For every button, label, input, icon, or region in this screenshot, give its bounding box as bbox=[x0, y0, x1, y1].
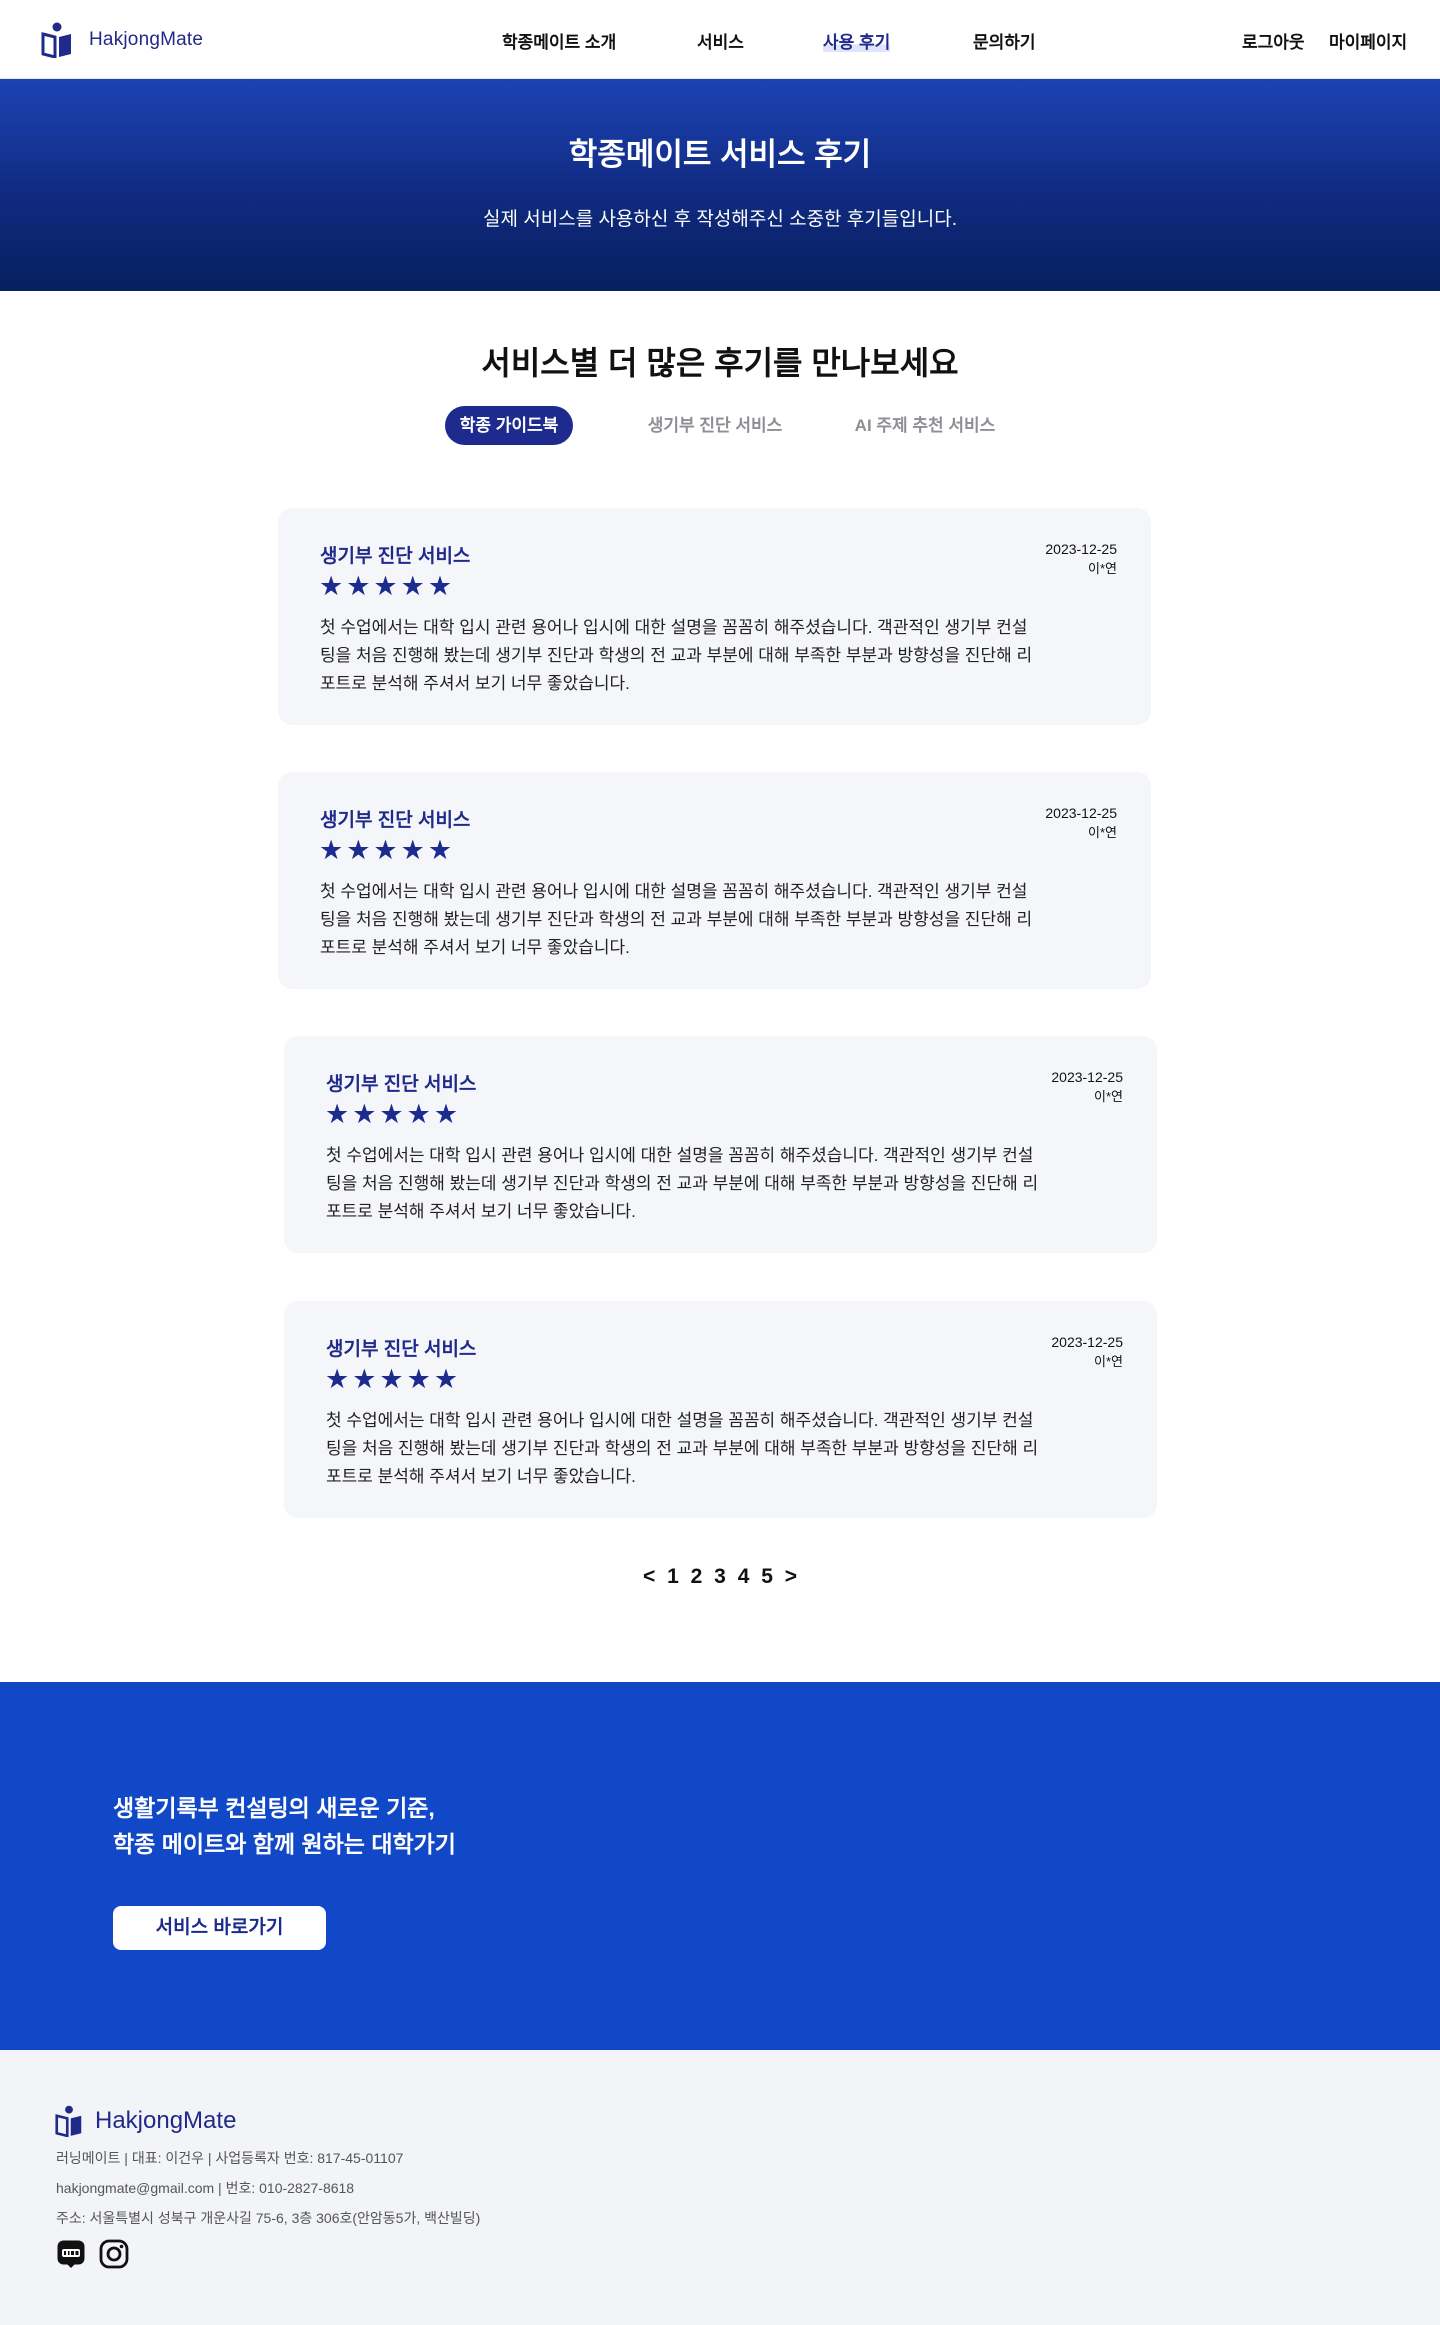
prev-page-button[interactable]: < bbox=[643, 1565, 655, 1589]
cta-headline-line2: 학종 메이트와 함께 원하는 대학가기 bbox=[113, 1831, 456, 1857]
main-nav: 학종메이트 소개 서비스 사용 후기 문의하기 로그아웃 마이페이지 bbox=[0, 0, 1440, 79]
review-date: 2023-12-25 bbox=[1045, 805, 1117, 821]
review-text: 첫 수업에서는 대학 입시 관련 용어나 입시에 대한 설명을 꼼꼼히 해주셨습… bbox=[326, 1411, 1039, 1486]
cta-headline-line1: 생활기록부 컨설팅의 새로운 기준, bbox=[113, 1795, 435, 1821]
page-link-4[interactable]: 4 bbox=[738, 1565, 750, 1589]
page-link-1[interactable]: 1 bbox=[667, 1565, 679, 1589]
site-footer: HakjongMate 러닝메이트 | 대표: 이건우 | 사업등록자 번호: … bbox=[0, 2050, 1440, 2325]
review-author: 이*연 bbox=[1088, 561, 1117, 576]
service-shortcut-button[interactable]: 서비스 바로가기 bbox=[113, 1906, 326, 1950]
footer-address: 주소: 서울특별시 성북구 개운사길 75-6, 3층 306호(안암동5가, … bbox=[56, 2210, 481, 2226]
nav-item-reviews-label: 사용 후기 bbox=[823, 33, 891, 52]
site-header: HakjongMate 학종메이트 소개 서비스 사용 후기 문의하기 로그아웃… bbox=[0, 0, 1440, 79]
mypage-link[interactable]: 마이페이지 bbox=[1329, 28, 1407, 53]
review-text: 첫 수업에서는 대학 입시 관련 용어나 입시에 대한 설명을 꼼꼼히 해주셨습… bbox=[320, 882, 1033, 957]
blog-icon[interactable] bbox=[56, 2239, 86, 2269]
service-tabs: 학종 가이드북 생기부 진단 서비스 AI 주제 추천 서비스 bbox=[0, 406, 1440, 446]
nav-item-reviews[interactable]: 사용 후기 bbox=[823, 28, 891, 53]
star-rating: ★★★★★ bbox=[319, 571, 456, 601]
section-title: 서비스별 더 많은 후기를 만나보세요 bbox=[481, 345, 959, 381]
review-service-name: 생기부 진단 서비스 bbox=[320, 546, 471, 567]
hero-title: 학종메이트 서비스 후기 bbox=[568, 137, 872, 172]
review-date: 2023-12-25 bbox=[1045, 541, 1117, 557]
next-page-button[interactable]: > bbox=[785, 1565, 797, 1589]
review-card: 생기부 진단 서비스 ★★★★★ 첫 수업에서는 대학 입시 관련 용어나 입시… bbox=[284, 1036, 1157, 1253]
footer-logo[interactable]: HakjongMate bbox=[55, 2105, 236, 2137]
tab-record-diagnosis[interactable]: 생기부 진단 서비스 bbox=[640, 406, 790, 445]
star-rating: ★★★★★ bbox=[325, 1099, 462, 1129]
nav-item-contact[interactable]: 문의하기 bbox=[973, 28, 1036, 53]
book-person-logo-icon bbox=[55, 2105, 82, 2137]
nav-item-about[interactable]: 학종메이트 소개 bbox=[502, 28, 616, 53]
tab-guidebook[interactable]: 학종 가이드북 bbox=[445, 406, 573, 445]
review-card: 생기부 진단 서비스 ★★★★★ 첫 수업에서는 대학 입시 관련 용어나 입시… bbox=[278, 508, 1151, 725]
logout-link[interactable]: 로그아웃 bbox=[1242, 28, 1305, 53]
review-service-name: 생기부 진단 서비스 bbox=[326, 1074, 477, 1095]
page-link-2[interactable]: 2 bbox=[691, 1565, 703, 1589]
review-card: 생기부 진단 서비스 ★★★★★ 첫 수업에서는 대학 입시 관련 용어나 입시… bbox=[278, 772, 1151, 989]
review-author: 이*연 bbox=[1094, 1089, 1123, 1104]
review-date: 2023-12-25 bbox=[1051, 1069, 1123, 1085]
instagram-icon[interactable] bbox=[99, 2239, 129, 2269]
footer-contact-info: hakjongmate@gmail.com | 번호: 010-2827-861… bbox=[56, 2180, 355, 2196]
review-service-name: 생기부 진단 서비스 bbox=[320, 810, 471, 831]
star-rating: ★★★★★ bbox=[325, 1364, 462, 1394]
cta-banner: 생활기록부 컨설팅의 새로운 기준, 학종 메이트와 함께 원하는 대학가기 서… bbox=[0, 1682, 1440, 2050]
page-link-3[interactable]: 3 bbox=[714, 1565, 726, 1589]
footer-company-info: 러닝메이트 | 대표: 이건우 | 사업등록자 번호: 817-45-01107 bbox=[56, 2150, 404, 2166]
page-link-5[interactable]: 5 bbox=[761, 1565, 773, 1589]
review-card: 생기부 진단 서비스 ★★★★★ 첫 수업에서는 대학 입시 관련 용어나 입시… bbox=[284, 1301, 1157, 1518]
review-author: 이*연 bbox=[1094, 1354, 1123, 1369]
review-text: 첫 수업에서는 대학 입시 관련 용어나 입시에 대한 설명을 꼼꼼히 해주셨습… bbox=[326, 1146, 1039, 1221]
review-service-name: 생기부 진단 서비스 bbox=[326, 1339, 477, 1360]
hero-subtitle: 실제 서비스를 사용하신 후 작성해주신 소중한 후기들입니다. bbox=[483, 209, 957, 230]
footer-logo-text: HakjongMate bbox=[95, 2107, 237, 2134]
hero-banner: 학종메이트 서비스 후기 실제 서비스를 사용하신 후 작성해주신 소중한 후기… bbox=[0, 79, 1440, 291]
star-rating: ★★★★★ bbox=[319, 835, 456, 865]
review-date: 2023-12-25 bbox=[1051, 1334, 1123, 1350]
pagination: < 1 2 3 4 5 > bbox=[0, 1565, 1440, 1589]
review-text: 첫 수업에서는 대학 입시 관련 용어나 입시에 대한 설명을 꼼꼼히 해주셨습… bbox=[320, 618, 1033, 693]
review-author: 이*연 bbox=[1088, 825, 1117, 840]
tab-ai-topic[interactable]: AI 주제 추천 서비스 bbox=[845, 406, 1005, 445]
nav-item-services[interactable]: 서비스 bbox=[697, 28, 744, 53]
